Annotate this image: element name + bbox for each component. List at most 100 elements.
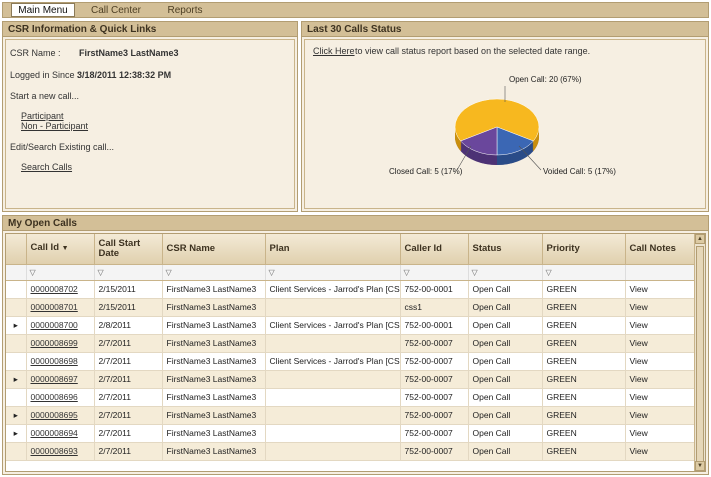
call-id-cell[interactable]: 0000008701 (26, 298, 95, 317)
menu-item-call-center[interactable]: Call Center (83, 4, 149, 17)
filter-icon[interactable]: ▽ (468, 264, 543, 281)
call-id-link[interactable]: 0000008697 (31, 374, 78, 384)
cell-caller: 752-00-0007 (400, 442, 469, 461)
scroll-down-arrow-icon[interactable]: ▼ (695, 461, 705, 471)
scroll-up-arrow-icon[interactable]: ▲ (695, 234, 705, 244)
filter-icon[interactable]: ▽ (26, 264, 95, 281)
call-id-link[interactable]: 0000008694 (31, 428, 78, 438)
call-id-link[interactable]: 0000008698 (31, 356, 78, 366)
non-participant-link[interactable]: Non - Participant (21, 121, 88, 131)
cell-notes[interactable]: View (625, 316, 697, 335)
cell-csr: FirstName3 LastName3 (162, 334, 266, 353)
menu-item-reports[interactable]: Reports (155, 4, 215, 17)
logged-in-value: 3/18/2011 12:38:32 PM (77, 70, 172, 80)
cell-plan: Client Services - Jarrod's Plan [CSS] (265, 352, 401, 371)
row-expander-icon[interactable] (6, 388, 27, 407)
call-id-cell[interactable]: 0000008694 (26, 424, 95, 443)
participant-link[interactable]: Participant (21, 111, 64, 121)
table-row[interactable]: 0000008696 2/7/2011 FirstName3 LastName3 75… (6, 388, 697, 407)
cell-status: Open Call (468, 334, 543, 353)
table-row[interactable]: ▸ 0000008700 2/8/2011 FirstName3 LastName3 C… (6, 316, 697, 335)
call-id-cell[interactable]: 0000008699 (26, 334, 95, 353)
call-id-cell[interactable]: 0000008698 (26, 352, 95, 371)
column-header-caller-id[interactable]: Caller Id (400, 234, 469, 265)
call-id-cell[interactable]: 0000008702 (26, 280, 95, 299)
column-header-call-id[interactable]: Call Id ▼ (26, 234, 95, 265)
table-row[interactable]: ▸ 0000008694 2/7/2011 FirstName3 LastName3 7… (6, 424, 697, 443)
cell-notes[interactable]: View (625, 424, 697, 443)
filter-icon[interactable]: ▽ (400, 264, 469, 281)
call-id-cell[interactable]: 0000008695 (26, 406, 95, 425)
cell-plan (265, 424, 401, 443)
filter-icon[interactable]: ▽ (94, 264, 163, 281)
cell-caller: 752-00-0007 (400, 424, 469, 443)
cell-notes[interactable]: View (625, 388, 697, 407)
row-expander-icon[interactable] (6, 442, 27, 461)
cell-notes[interactable]: View (625, 442, 697, 461)
cell-notes[interactable]: View (625, 406, 697, 425)
call-status-panel: Last 30 Calls Status Click Here to view … (301, 21, 709, 212)
row-expander-icon[interactable] (6, 334, 27, 353)
table-row[interactable]: 0000008698 2/7/2011 FirstName3 LastName3 Cl… (6, 352, 697, 371)
call-id-cell[interactable]: 0000008697 (26, 370, 95, 389)
call-id-cell[interactable]: 0000008700 (26, 316, 95, 335)
row-expander-icon[interactable] (6, 298, 27, 317)
cell-notes[interactable]: View (625, 370, 697, 389)
cell-plan (265, 442, 401, 461)
row-expander-icon[interactable]: ▸ (6, 316, 27, 335)
grid-vertical-scrollbar[interactable]: ▲ ▼ (694, 234, 705, 471)
filter-icon[interactable]: ▽ (162, 264, 266, 281)
call-id-link[interactable]: 0000008702 (31, 284, 78, 294)
cell-priority: GREEN (542, 280, 626, 299)
cell-csr: FirstName3 LastName3 (162, 370, 266, 389)
row-expander-icon[interactable]: ▸ (6, 424, 27, 443)
row-expander-icon[interactable] (6, 280, 27, 299)
table-row[interactable]: ▸ 0000008695 2/7/2011 FirstName3 LastName3 7… (6, 406, 697, 425)
cell-caller: 752-00-0007 (400, 334, 469, 353)
cell-notes[interactable]: View (625, 280, 697, 299)
row-expander-icon[interactable]: ▸ (6, 370, 27, 389)
column-header-call-notes[interactable]: Call Notes (625, 234, 697, 265)
table-row[interactable]: 0000008699 2/7/2011 FirstName3 LastName3 75… (6, 334, 697, 353)
table-row[interactable]: 0000008701 2/15/2011 FirstName3 LastName3 c… (6, 298, 697, 317)
filter-icon[interactable]: ▽ (265, 264, 401, 281)
edit-search-label: Edit/Search Existing call... (10, 142, 115, 152)
open-calls-panel-title: My Open Calls (3, 216, 708, 231)
cell-priority: GREEN (542, 298, 626, 317)
call-id-link[interactable]: 0000008696 (31, 392, 78, 402)
call-id-link[interactable]: 0000008699 (31, 338, 78, 348)
row-expander-icon[interactable]: ▸ (6, 406, 27, 425)
call-id-link[interactable]: 0000008700 (31, 320, 78, 330)
cell-csr: FirstName3 LastName3 (162, 424, 266, 443)
column-header-priority[interactable]: Priority (542, 234, 626, 265)
search-calls-link[interactable]: Search Calls (21, 162, 72, 172)
column-header-csr-name[interactable]: CSR Name (162, 234, 266, 265)
cell-status: Open Call (468, 424, 543, 443)
table-row[interactable]: ▸ 0000008697 2/7/2011 FirstName3 LastName3 7… (6, 370, 697, 389)
cell-csr: FirstName3 LastName3 (162, 280, 266, 299)
column-header-status[interactable]: Status (468, 234, 543, 265)
column-header-plan[interactable]: Plan (265, 234, 401, 265)
filter-icon[interactable]: ▽ (542, 264, 626, 281)
table-row[interactable]: 0000008693 2/7/2011 FirstName3 LastName3 75… (6, 442, 697, 461)
cell-status: Open Call (468, 406, 543, 425)
table-row[interactable]: 0000008702 2/15/2011 FirstName3 LastName3 C… (6, 280, 697, 299)
cell-date: 2/7/2011 (94, 406, 163, 425)
column-header-call-start-date[interactable]: Call Start Date (94, 234, 163, 265)
cell-notes[interactable]: View (625, 352, 697, 371)
row-expander-icon[interactable] (6, 352, 27, 371)
sort-descending-icon[interactable]: ▼ (62, 245, 69, 252)
scrollbar-thumb[interactable] (696, 246, 704, 464)
menu-item-main-menu[interactable]: Main Menu (11, 3, 75, 17)
call-id-link[interactable]: 0000008695 (31, 410, 78, 420)
call-id-link[interactable]: 0000008701 (31, 302, 78, 312)
cell-status: Open Call (468, 298, 543, 317)
cell-plan (265, 370, 401, 389)
cell-csr: FirstName3 LastName3 (162, 316, 266, 335)
cell-caller: 752-00-0007 (400, 388, 469, 407)
call-id-link[interactable]: 0000008693 (31, 446, 78, 456)
call-id-cell[interactable]: 0000008696 (26, 388, 95, 407)
cell-notes[interactable]: View (625, 334, 697, 353)
cell-notes[interactable]: View (625, 298, 697, 317)
call-id-cell[interactable]: 0000008693 (26, 442, 95, 461)
